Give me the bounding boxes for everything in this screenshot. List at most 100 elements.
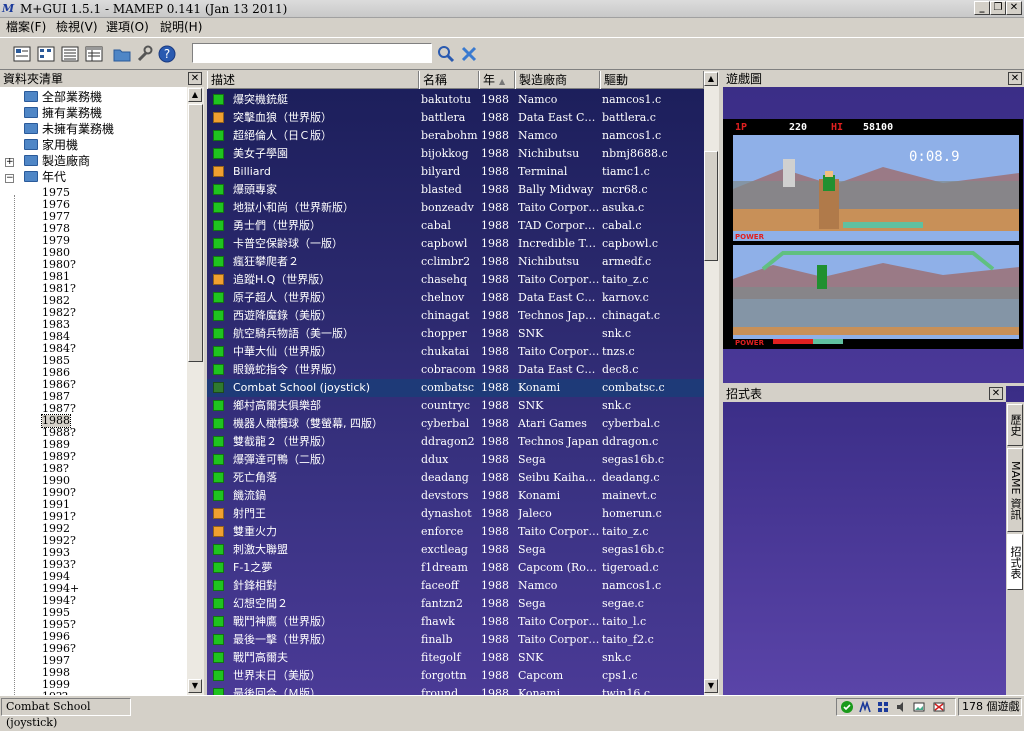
game-row[interactable]: 爆彈達可鴨（二版） ddux 1988 Sega segas16b.c (207, 451, 704, 469)
menu-help[interactable]: 說明(H) (160, 18, 202, 36)
game-manufacturer: Capcom (518, 669, 564, 682)
list-scrollbar[interactable]: ▲ ▼ (704, 71, 719, 695)
title-bar: M M+GUI 1.5.1 - MAMEP 0.141 (Jan 13 2011… (0, 0, 1024, 18)
tab-history[interactable]: 歷史 (1007, 404, 1023, 446)
game-year: 1988 (481, 273, 509, 286)
game-year: 1988 (481, 129, 509, 142)
game-row[interactable]: 鄉村高爾夫俱樂部 countryc 1988 SNK snk.c (207, 397, 704, 415)
wrench-icon[interactable] (134, 44, 154, 64)
game-row[interactable]: 眼鏡蛇指令（世界版） cobracom 1988 Data East Cor… dec8… (207, 361, 704, 379)
game-row[interactable]: 機器人橄欖球（雙螢幕, 四版） cyberbal 1988 Atari Games cy… (207, 415, 704, 433)
game-row[interactable]: 勇士們（世界版） cabal 1988 TAD Corpora… cabal.c (207, 217, 704, 235)
game-row[interactable]: 最後一擊（世界版） finalb 1988 Taito Corpora… taito_f… (207, 631, 704, 649)
collapse-icon[interactable]: − (5, 174, 14, 183)
game-row[interactable]: 幻想空間２ fantzn2 1988 Sega segae.c (207, 595, 704, 613)
game-driver: namcos1.c (602, 129, 662, 142)
game-row[interactable]: 針鋒相對 faceoff 1988 Namco namcos1.c (207, 577, 704, 595)
game-row[interactable]: Billiard bilyard 1988 Terminal tiamc1.c (207, 163, 704, 181)
minimize-button[interactable]: _ (974, 1, 990, 15)
game-row[interactable]: 戰鬥高爾夫 fitegolf 1988 SNK snk.c (207, 649, 704, 667)
game-manufacturer: Taito Corpora… (518, 345, 600, 358)
close-snapshot-icon[interactable]: ✕ (1008, 72, 1022, 85)
game-year: 1988 (481, 615, 509, 628)
game-row[interactable]: 射門王 dynashot 1988 Jaleco homerun.c (207, 505, 704, 523)
game-row[interactable]: 突擊血狼（世界版） battlera 1988 Data East Cor… battl… (207, 109, 704, 127)
game-row[interactable]: 爆頭專家 blasted 1988 Bally Midway mcr68.c (207, 181, 704, 199)
tab-mame-info[interactable]: MAME 資訊 (1007, 448, 1023, 532)
game-description: 最後一擊（世界版） (233, 633, 332, 646)
game-manufacturer: SNK (518, 651, 544, 664)
game-row[interactable]: 刺激大聯盟 exctleag 1988 Sega segas16b.c (207, 541, 704, 559)
game-driver: taito_z.c (602, 273, 649, 286)
tab-moves[interactable]: 招式表 (1007, 534, 1023, 590)
folder-unavailable[interactable]: 未擁有業務機 (24, 121, 114, 137)
game-row[interactable]: 原子超人（世界版） chelnov 1988 Data East Cor… karnov… (207, 289, 704, 307)
game-row[interactable]: 最後回合（Ｍ版） fround 1988 Konami twin16.c (207, 685, 704, 695)
game-row[interactable]: Combat School (joystick) combatsc 1988 Kona… (207, 379, 704, 397)
game-row[interactable]: 航空騎兵物語（美一版） chopper 1988 SNK snk.c (207, 325, 704, 343)
scroll-up-icon[interactable]: ▲ (704, 72, 718, 86)
help-icon[interactable]: ? (157, 44, 177, 64)
game-driver: namcos1.c (602, 579, 662, 592)
game-row[interactable]: 瘋狂攀爬者２ cclimbr2 1988 Nichibutsu armedf.c (207, 253, 704, 271)
scroll-down-icon[interactable]: ▼ (704, 679, 718, 693)
list-view-icon[interactable] (60, 44, 80, 64)
menu-file[interactable]: 檔案(F) (6, 18, 46, 36)
status-icon (213, 166, 224, 177)
scroll-up-icon[interactable]: ▲ (188, 88, 202, 102)
close-button[interactable]: ✕ (1006, 1, 1022, 15)
game-row[interactable]: 西遊降魔錄（美版） chinagat 1988 Technos Japa… chinag… (207, 307, 704, 325)
menu-view[interactable]: 檢視(V) (56, 18, 98, 36)
game-row[interactable]: 中華大仙（世界版） chukatai 1988 Taito Corpora… tnzs.… (207, 343, 704, 361)
column-year[interactable]: 年 ▲ (479, 71, 515, 89)
search-input[interactable] (192, 43, 432, 63)
game-row[interactable]: 超絕倫人（日Ｃ版） berabohm 1988 Namco namcos1.c (207, 127, 704, 145)
game-row[interactable]: 雙截龍２（世界版） ddragon2 1988 Technos Japan ddrago… (207, 433, 704, 451)
column-driver[interactable]: 驅動 (600, 71, 704, 89)
scroll-down-icon[interactable]: ▼ (188, 679, 202, 693)
column-manufacturer[interactable]: 製造廠商 (515, 71, 600, 89)
speaker-icon (897, 702, 903, 712)
folder-icon[interactable] (112, 44, 132, 64)
game-row[interactable]: 雙重火力 enforce 1988 Taito Corpora… taito_z.c (207, 523, 704, 541)
game-description: 世界末日（美版） (233, 669, 321, 682)
folder-all-games[interactable]: 全部業務機 (24, 89, 102, 105)
status-icon (213, 598, 224, 609)
details-view-icon[interactable] (84, 44, 104, 64)
game-row[interactable]: 戰鬥神鷹（世界版） fhawk 1988 Taito Corpora… taito_l.… (207, 613, 704, 631)
game-manufacturer: Sega (518, 543, 546, 556)
folder-console[interactable]: 家用機 (24, 137, 78, 153)
moves-panel: 招式表 ✕ 歷史 MAME 資訊 招式表 (723, 386, 1024, 695)
menu-options[interactable]: 選項(O) (106, 18, 149, 36)
maximize-button[interactable]: ❐ (990, 1, 1006, 15)
folder-year[interactable]: 年代 (24, 169, 66, 185)
game-row[interactable]: 追蹤H.Q（世界版） chasehq 1988 Taito Corpora… taito… (207, 271, 704, 289)
game-row[interactable]: F-1之夢 f1dream 1988 Capcom (Ro… tigeroad.c (207, 559, 704, 577)
column-description[interactable]: 描述 (207, 71, 419, 89)
game-driver: snk.c (602, 651, 632, 664)
folder-manufacturer[interactable]: 製造廠商 (24, 153, 90, 169)
search-icon[interactable] (436, 44, 456, 64)
close-moves-icon[interactable]: ✕ (989, 387, 1003, 400)
clear-search-icon[interactable] (459, 44, 479, 64)
scroll-thumb[interactable] (188, 104, 203, 362)
game-row[interactable]: 地獄小和尚（世界新版） bonzeadv 1988 Taito Corpora… asu… (207, 199, 704, 217)
folder-icon (24, 123, 38, 134)
game-row[interactable]: 美女子學園 bijokkog 1988 Nichibutsu nbmj8688.c (207, 145, 704, 163)
large-icons-icon[interactable] (12, 44, 32, 64)
status-icon (213, 382, 224, 393)
column-name[interactable]: 名稱 (419, 71, 479, 89)
game-row[interactable]: 饑流鍋 devstors 1988 Konami mainevt.c (207, 487, 704, 505)
small-icons-icon[interactable] (36, 44, 56, 64)
expand-icon[interactable]: + (5, 158, 14, 167)
game-row[interactable]: 爆突機銃艇 bakutotu 1988 Namco namcos1.c (207, 91, 704, 109)
game-driver: segae.c (602, 597, 644, 610)
folder-available[interactable]: 擁有業務機 (24, 105, 102, 121)
scroll-thumb[interactable] (704, 151, 718, 261)
game-row[interactable]: 卡普空保齡球（一版） capbowl 1988 Incredible Te… capbo… (207, 235, 704, 253)
close-folders-icon[interactable]: ✕ (188, 72, 202, 85)
game-row[interactable]: 死亡角落 deadang 1988 Seibu Kaihatsu deadang.c (207, 469, 704, 487)
game-row[interactable]: 世界末日（美版） forgottn 1988 Capcom cps1.c (207, 667, 704, 685)
folders-scrollbar[interactable]: ▲ ▼ (187, 87, 204, 695)
game-year: 1988 (481, 543, 509, 556)
